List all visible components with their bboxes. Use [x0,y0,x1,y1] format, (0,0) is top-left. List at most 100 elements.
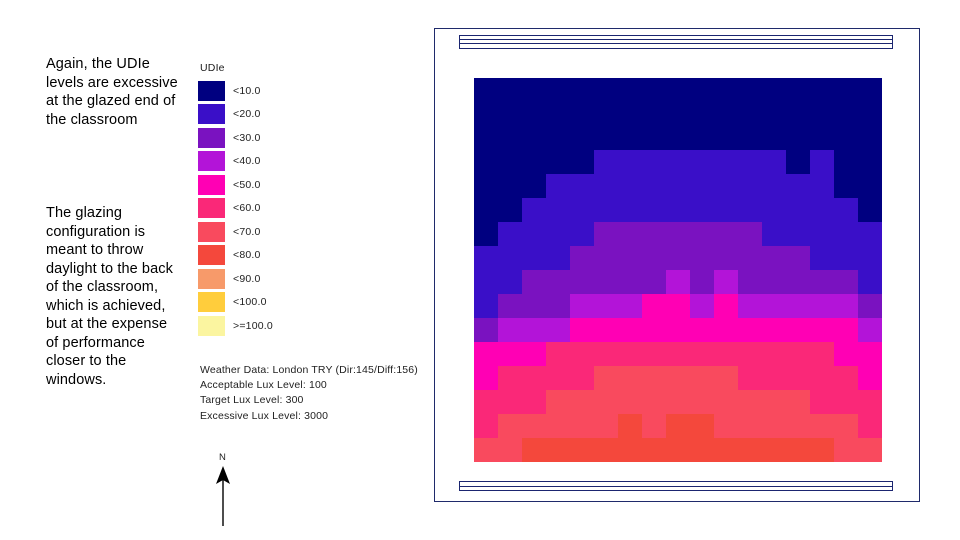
heatmap-cell [618,438,642,462]
legend-swatch [198,151,225,172]
heatmap-cell [546,102,570,126]
heatmap-cell [738,198,762,222]
heatmap-cell [570,342,594,366]
heatmap-cell [618,390,642,414]
heatmap-cell [762,438,786,462]
heatmap-cell [834,150,858,174]
legend-swatch [198,268,225,289]
heatmap-cell [714,366,738,390]
glazing-top-pane-1 [459,35,893,36]
heatmap-cell [546,198,570,222]
heatmap-cell [618,294,642,318]
heatmap-cell [498,246,522,270]
legend-swatch [198,198,225,219]
heatmap-cell [474,222,498,246]
heatmap-cell [498,342,522,366]
heatmap-cell [834,174,858,198]
heatmap-cell [546,414,570,438]
heatmap-cell [522,414,546,438]
heatmap-cell [858,438,882,462]
heatmap-cell [738,414,762,438]
analysis-metadata: Weather Data: London TRY (Dir:145/Diff:1… [200,363,418,424]
commentary-paragraph-1: Again, the UDIe levels are excessive at … [46,56,178,128]
heatmap-cell [762,342,786,366]
heatmap-cell [642,222,666,246]
heatmap-cell [810,174,834,198]
legend-row: <10.0 [198,79,408,103]
heatmap-cell [474,342,498,366]
heatmap-cell [498,126,522,150]
heatmap-cell [714,102,738,126]
heatmap-cell [690,318,714,342]
heatmap-cell [618,174,642,198]
heatmap-cell [618,102,642,126]
glazing-bottom-pane-1 [459,481,893,482]
heatmap-cell [786,150,810,174]
heatmap-cell [570,246,594,270]
heatmap-cell [642,366,666,390]
heatmap-cell [666,366,690,390]
heatmap-cell [570,414,594,438]
legend-swatch [198,292,225,313]
legend-swatch [198,127,225,148]
heatmap-cell [762,78,786,102]
heatmap-cell [570,78,594,102]
heatmap-cell [786,390,810,414]
heatmap-cell [690,174,714,198]
heatmap-cell [618,150,642,174]
heatmap-cell [666,318,690,342]
heatmap-cell [690,78,714,102]
heatmap-cell [522,126,546,150]
heatmap-cell [570,126,594,150]
heatmap-cell [690,438,714,462]
legend-label: <40.0 [233,155,261,168]
heatmap-cell [810,342,834,366]
heatmap-cell [474,198,498,222]
legend-swatch [198,80,225,101]
heatmap-cell [546,246,570,270]
heatmap-cell [690,390,714,414]
heatmap-cell [522,342,546,366]
heatmap-cell [690,150,714,174]
heatmap-cell [594,390,618,414]
heatmap-cell [642,390,666,414]
heatmap-cell [618,198,642,222]
legend-row: <70.0 [198,220,408,244]
heatmap-cell [666,174,690,198]
legend-row: <100.0 [198,291,408,315]
heatmap-cell [618,366,642,390]
heatmap-cell [570,294,594,318]
legend-row: <90.0 [198,267,408,291]
heatmap-cell [522,198,546,222]
heatmap-cell [498,294,522,318]
heatmap-cell [642,150,666,174]
heatmap-cell [546,390,570,414]
heatmap-cell [714,438,738,462]
heatmap-cell [642,126,666,150]
heatmap-cell [570,390,594,414]
heatmap-cell [522,294,546,318]
legend-label: <20.0 [233,108,261,121]
heatmap-cell [786,270,810,294]
legend-swatch [198,221,225,242]
heatmap-cell [666,414,690,438]
heatmap-cell [834,390,858,414]
heatmap-cell [498,150,522,174]
heatmap-cell [738,342,762,366]
heatmap-cell [594,174,618,198]
heatmap-cell [474,390,498,414]
heatmap-cell [618,414,642,438]
legend-swatch [198,245,225,266]
heatmap-cell [834,342,858,366]
heatmap-cell [834,414,858,438]
legend-label: <100.0 [233,296,267,309]
heatmap-cell [498,318,522,342]
heatmap-cell [522,270,546,294]
heatmap-cell [618,246,642,270]
heatmap-cell [786,318,810,342]
heatmap-cell [738,126,762,150]
legend: UDIe <10.0 <20.0 <30.0 <40.0 <50.0 <60.0 <70.0… [198,62,408,338]
heatmap-cell [474,246,498,270]
heatmap-cell [570,366,594,390]
heatmap-cell [810,126,834,150]
